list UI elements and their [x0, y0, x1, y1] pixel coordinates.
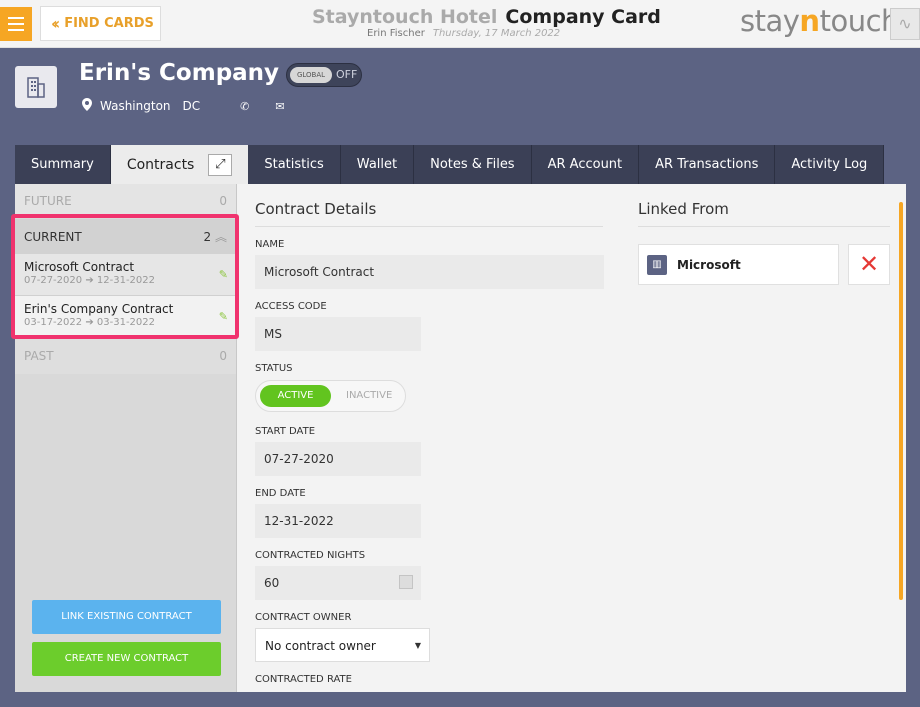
find-cards-button[interactable]: ‹‹ FIND CARDS: [40, 6, 161, 41]
contracted-nights-label: CONTRACTED NIGHTS: [255, 550, 366, 561]
contracted-nights-field[interactable]: 60: [255, 566, 421, 600]
current-group[interactable]: CURRENT 2 ︽: [15, 219, 236, 254]
header-subtitle: Erin Fischer Thursday, 17 March 2022: [367, 28, 560, 39]
tab-bar: Summary Contracts ⤢ Statistics Wallet No…: [15, 145, 885, 185]
name-label: NAME: [255, 239, 285, 250]
activity-graph-icon[interactable]: ∿: [890, 8, 920, 40]
collapse-chevron-icon[interactable]: ︽: [215, 230, 227, 244]
contract-item[interactable]: Microsoft Contract 07-27-2020 ➔ 12-31-20…: [15, 254, 236, 296]
contract-name: Microsoft Contract: [24, 260, 135, 274]
remove-link-button[interactable]: ✕: [848, 244, 890, 285]
tab-summary[interactable]: Summary: [15, 145, 111, 184]
current-count: 2: [203, 230, 212, 244]
access-code-label: ACCESS CODE: [255, 301, 327, 312]
divider: [255, 226, 603, 227]
contract-item[interactable]: Erin's Company Contract 03-17-2022 ➔ 03-…: [15, 296, 236, 338]
stayntouch-logo: stayntouch: [740, 4, 899, 38]
divider: [638, 226, 890, 227]
company-contact-row: Washington DC ✆ ✉: [82, 98, 311, 114]
double-chevron-left-icon: ‹‹: [51, 14, 60, 33]
past-group[interactable]: PAST 0: [15, 338, 236, 374]
contracts-panel: FUTURE 0 CURRENT 2 ︽ Microsoft Contract …: [11, 184, 906, 692]
tab-notes-files[interactable]: Notes & Files: [414, 145, 532, 184]
tab-ar-account[interactable]: AR Account: [531, 145, 640, 184]
tab-statistics[interactable]: Statistics: [248, 145, 341, 184]
calculator-icon[interactable]: [399, 575, 413, 589]
edit-icon[interactable]: ✎: [219, 310, 228, 323]
linked-from-title: Linked From: [638, 200, 729, 218]
status-active[interactable]: ACTIVE: [260, 385, 331, 407]
building-icon: [15, 66, 57, 108]
page-title: Stayntouch Hotel Company Card: [312, 6, 661, 28]
contract-name: Erin's Company Contract: [24, 302, 174, 316]
tab-activity-log[interactable]: Activity Log: [775, 145, 885, 184]
create-new-contract-button[interactable]: CREATE NEW CONTRACT: [32, 642, 221, 676]
contracted-rate-label: CONTRACTED RATE: [255, 674, 352, 685]
future-group[interactable]: FUTURE 0: [15, 184, 236, 217]
contract-owner-value: No contract owner: [265, 639, 376, 653]
current-label: CURRENT: [24, 229, 82, 244]
tab-ar-transactions[interactable]: AR Transactions: [639, 145, 776, 184]
contract-dates: 07-27-2020 ➔ 12-31-2022: [24, 275, 156, 286]
tab-contracts[interactable]: Contracts ⤢: [110, 145, 249, 185]
company-city: Washington: [100, 99, 171, 113]
status-label: STATUS: [255, 363, 293, 374]
arrow-right-icon: ➔: [85, 317, 94, 328]
global-toggle-knob: GLOBAL: [290, 67, 332, 83]
start-date-label: START DATE: [255, 426, 316, 437]
current-count-wrap: 2 ︽: [204, 228, 227, 245]
start-date-field[interactable]: 07-27-2020: [255, 442, 421, 476]
tab-wallet[interactable]: Wallet: [340, 145, 415, 184]
contract-owner-select[interactable]: No contract owner ▼: [255, 628, 430, 662]
tab-contracts-label: Contracts: [126, 157, 195, 173]
contracts-sidebar: FUTURE 0 CURRENT 2 ︽ Microsoft Contract …: [11, 184, 239, 692]
header-date: Thursday, 17 March 2022: [432, 28, 561, 39]
caret-down-icon: ▼: [414, 641, 421, 650]
end-date-field[interactable]: 12-31-2022: [255, 504, 421, 538]
end-date-label: END DATE: [255, 488, 306, 499]
close-icon: ✕: [858, 250, 880, 278]
menu-button[interactable]: [0, 7, 32, 41]
status-toggle[interactable]: ACTIVE INACTIVE: [255, 380, 406, 412]
map-pin-icon: [82, 98, 92, 114]
building-icon: ▥: [647, 254, 667, 275]
access-code-field[interactable]: MS: [255, 317, 421, 351]
hotel-name: Stayntouch Hotel: [312, 6, 498, 28]
future-label: FUTURE: [24, 193, 72, 208]
global-toggle-state: OFF: [336, 68, 358, 81]
past-count: 0: [219, 349, 227, 363]
company-name[interactable]: Erin's Company: [79, 60, 279, 86]
company-state: DC: [182, 99, 201, 113]
arrow-right-icon: ➔: [85, 275, 94, 286]
contracted-nights-value: 60: [264, 576, 280, 590]
contract-owner-label: CONTRACT OWNER: [255, 612, 352, 623]
contract-dates: 03-17-2022 ➔ 03-31-2022: [24, 317, 156, 328]
contract-details-title: Contract Details: [255, 200, 377, 218]
page-name: Company Card: [505, 6, 661, 28]
future-count: 0: [219, 193, 227, 208]
linked-company-card[interactable]: ▥ Microsoft: [638, 244, 839, 285]
phone-icon[interactable]: ✆: [240, 100, 249, 113]
expand-icon[interactable]: ⤢: [208, 154, 233, 176]
name-field[interactable]: Microsoft Contract: [255, 255, 604, 289]
user-name: Erin Fischer: [367, 28, 425, 39]
status-inactive[interactable]: INACTIVE: [346, 390, 392, 401]
top-bar: ‹‹ FIND CARDS Stayntouch Hotel Company Ca…: [0, 0, 920, 48]
link-existing-contract-button[interactable]: LINK EXISTING CONTRACT: [32, 600, 221, 634]
mail-icon[interactable]: ✉: [275, 100, 284, 113]
past-label: PAST: [24, 349, 54, 363]
linked-company-name: Microsoft: [677, 257, 741, 272]
edit-icon[interactable]: ✎: [219, 268, 228, 281]
find-cards-label: FIND CARDS: [64, 16, 154, 31]
scrollbar[interactable]: [899, 202, 903, 600]
global-toggle[interactable]: GLOBAL OFF: [286, 63, 362, 87]
